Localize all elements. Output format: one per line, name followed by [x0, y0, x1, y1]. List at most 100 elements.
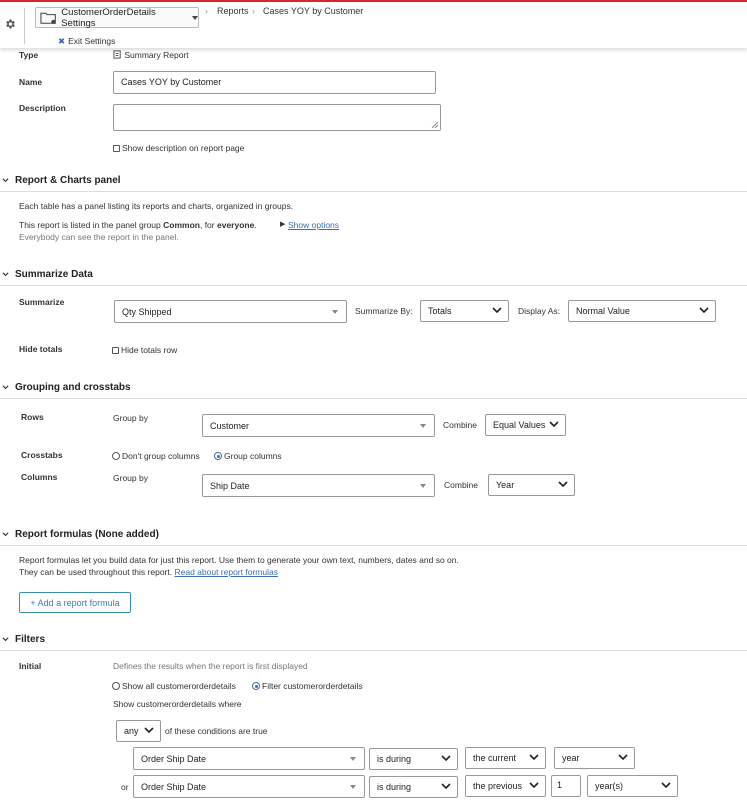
top-bar: CustomerOrderDetails Settings › Reports …: [0, 0, 747, 48]
dont-group-radio[interactable]: [112, 452, 120, 460]
section-report-formulas[interactable]: Report formulas (None added): [0, 526, 747, 546]
summarize-by-select[interactable]: Totals: [420, 300, 509, 322]
condition-1-unit-select[interactable]: year: [554, 747, 635, 769]
exit-settings-link[interactable]: ✖ Exit Settings: [58, 36, 115, 47]
section-title: Grouping and crosstabs: [15, 382, 131, 393]
crosstabs-label: Crosstabs: [21, 450, 63, 460]
breadcrumb-reports[interactable]: Reports: [217, 6, 249, 16]
rows-group-field-value: Customer: [210, 420, 250, 431]
condition-2-operator-value: is during: [377, 782, 412, 792]
name-input[interactable]: Cases YOY by Customer: [113, 71, 436, 94]
condition-2-unit-select[interactable]: year(s): [587, 775, 678, 797]
columns-group-field-select[interactable]: Ship Date: [202, 474, 435, 497]
columns-combine-select[interactable]: Year: [488, 474, 575, 496]
chevron-down-icon: [2, 532, 9, 537]
panel-visibility-note: Everybody can see the report in the pane…: [19, 232, 179, 242]
columns-combine-value: Year: [496, 480, 515, 490]
table-settings-label: CustomerOrderDetails Settings: [61, 6, 156, 29]
table-settings-dropdown[interactable]: CustomerOrderDetails Settings: [35, 6, 199, 29]
group-columns-option[interactable]: Group columns: [214, 451, 282, 461]
show-description-label: Show description on report page: [122, 143, 245, 153]
gear-icon[interactable]: [4, 18, 16, 30]
condition-1-period-select[interactable]: the current: [465, 747, 546, 769]
condition-2-unit-value: year(s): [595, 781, 624, 791]
condition-2-period-value: the previous: [473, 781, 523, 791]
conditions-text: of these conditions are true: [165, 726, 268, 736]
condition-2-operator-select[interactable]: is during: [369, 776, 458, 798]
hide-totals-row-label: Hide totals row: [121, 345, 178, 355]
chevron-down-icon: [558, 481, 568, 488]
condition-1-operator-select[interactable]: is during: [369, 748, 458, 770]
rows-combine-label: Combine: [443, 420, 478, 430]
section-title: Report & Charts panel: [15, 175, 121, 186]
section-summarize-data[interactable]: Summarize Data: [0, 266, 747, 286]
type-value-text: Summary Report: [124, 50, 189, 60]
read-formulas-link[interactable]: Read about report formulas: [174, 567, 277, 577]
condition-1-field-select[interactable]: Order Ship Date: [133, 747, 365, 770]
rows-label: Rows: [21, 412, 44, 422]
show-all-option[interactable]: Show all customerorderdetails: [112, 681, 236, 691]
resize-handle-icon[interactable]: [431, 121, 439, 129]
panel-group-info: This report is listed in the panel group…: [19, 220, 257, 230]
summarize-field-value: Qty Shipped: [122, 306, 172, 317]
any-all-select[interactable]: any: [116, 720, 161, 742]
initial-description: Defines the results when the report is f…: [113, 661, 308, 671]
caret-right-icon: ▶: [280, 221, 286, 228]
display-as-value: Normal Value: [576, 306, 630, 316]
show-where-label: Show customerorderdetails where: [113, 699, 242, 709]
folder-gear-icon: [40, 12, 56, 24]
section-report-charts[interactable]: Report & Charts panel: [0, 172, 747, 192]
breadcrumb-current: Cases YOY by Customer: [263, 6, 364, 16]
show-all-radio[interactable]: [112, 682, 120, 690]
rows-combine-select[interactable]: Equal Values: [485, 414, 566, 436]
dropdown-arrow-icon: [420, 483, 426, 488]
toolbar-divider: [24, 8, 25, 44]
breadcrumb-separator: ›: [205, 6, 208, 16]
show-description-checkbox[interactable]: [113, 145, 120, 152]
panel-group-name: Common: [163, 220, 200, 230]
add-report-formula-button[interactable]: + Add a report formula: [19, 592, 131, 613]
summarize-field-select[interactable]: Qty Shipped: [114, 300, 347, 323]
dont-group-label: Don't group columns: [122, 451, 200, 461]
condition-2-field-select[interactable]: Order Ship Date: [133, 775, 365, 798]
hide-totals-option[interactable]: Hide totals row: [112, 345, 177, 355]
dont-group-option[interactable]: Don't group columns: [112, 451, 200, 461]
chevron-down-icon: [699, 307, 709, 314]
group-columns-radio[interactable]: [214, 452, 222, 460]
type-label: Type: [19, 50, 39, 60]
condition-1-field-value: Order Ship Date: [141, 753, 207, 764]
section-title: Filters: [15, 634, 46, 645]
chevron-down-icon: [549, 421, 559, 428]
columns-label: Columns: [21, 472, 58, 482]
section-grouping[interactable]: Grouping and crosstabs: [0, 379, 747, 399]
chevron-down-icon: [441, 755, 451, 762]
chevron-down-icon: [2, 272, 9, 277]
show-options-link[interactable]: Show options: [288, 220, 339, 230]
chevron-down-icon: [192, 15, 198, 20]
chevron-down-icon: [441, 783, 451, 790]
show-all-label: Show all customerorderdetails: [122, 681, 236, 691]
rows-combine-value: Equal Values: [493, 420, 546, 430]
panel-group-prefix: This report is listed in the panel group: [19, 220, 161, 230]
rows-group-field-select[interactable]: Customer: [202, 414, 435, 437]
chevron-down-icon: [2, 178, 9, 183]
condition-2-count-input[interactable]: 1: [551, 775, 581, 797]
hide-totals-checkbox[interactable]: [112, 347, 119, 354]
show-description-option[interactable]: Show description on report page: [113, 143, 244, 153]
section-filters[interactable]: Filters: [0, 631, 747, 651]
or-label: or: [121, 782, 129, 792]
chevron-down-icon: [618, 754, 628, 761]
summarize-by-value: Totals: [428, 306, 452, 316]
panel-description: Each table has a panel listing its repor…: [19, 201, 294, 211]
chevron-down-icon: [144, 727, 154, 734]
exit-settings-label: Exit Settings: [68, 36, 116, 46]
filter-option[interactable]: Filter customerorderdetails: [252, 681, 363, 691]
condition-1-period-value: the current: [473, 753, 517, 763]
description-textarea[interactable]: [113, 104, 441, 131]
columns-group-by-label: Group by: [113, 473, 148, 483]
dropdown-arrow-icon: [350, 756, 356, 761]
display-as-select[interactable]: Normal Value: [568, 300, 716, 322]
filter-radio[interactable]: [252, 682, 260, 690]
condition-1-operator-value: is during: [377, 754, 412, 764]
condition-2-period-select[interactable]: the previous: [465, 775, 546, 797]
